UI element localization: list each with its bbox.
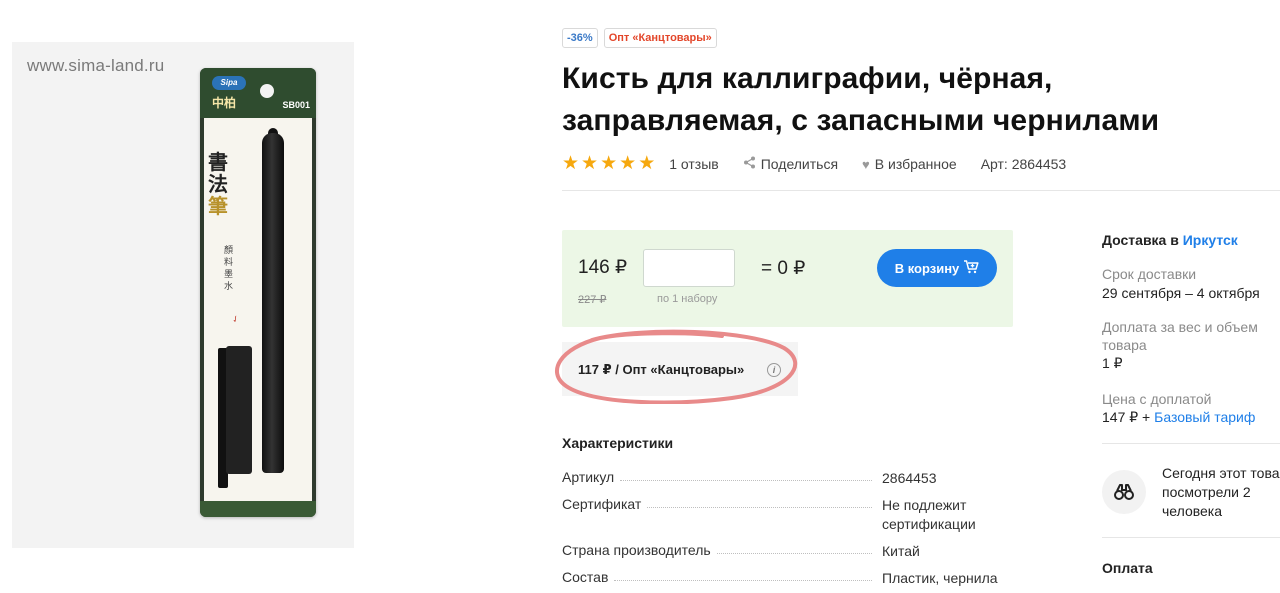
- characteristic-row: Состав Пластик, чернила: [562, 569, 1002, 588]
- characteristic-value: 2864453: [882, 470, 937, 486]
- package-subtitle-cn: 顏料墨水: [224, 245, 234, 291]
- characteristic-value: Не подлежит сертификации: [882, 497, 976, 532]
- reviews-link[interactable]: 1 отзыв: [669, 156, 719, 172]
- quantity-note: по 1 набору: [657, 293, 718, 305]
- star-icon: ★: [562, 153, 580, 174]
- share-button[interactable]: Поделиться: [743, 156, 838, 172]
- heart-icon: ♥: [862, 156, 870, 172]
- viewed-line: посмотрели 2: [1162, 484, 1251, 500]
- old-price: 227 ₽: [578, 294, 607, 306]
- wholesale-price: 117 ₽ / Опт «Канцтовары»: [578, 362, 745, 377]
- info-icon[interactable]: i: [767, 363, 781, 377]
- characteristics-title: Характеристики: [562, 435, 674, 451]
- product-package: Sipa 中柏 SB001 書 法 筆 顏料墨水 ✓: [200, 68, 316, 517]
- city-link[interactable]: Иркутск: [1183, 232, 1238, 248]
- characteristic-key: Артикул: [562, 469, 621, 485]
- sidebar-divider: [1102, 443, 1280, 444]
- surcharge-value: 1 ₽: [1102, 355, 1123, 371]
- payment-title: Оплата: [1102, 560, 1153, 576]
- delivery-term-value: 29 сентября – 4 октября: [1102, 285, 1260, 301]
- refill-pen: [226, 346, 252, 474]
- wholesale-badge[interactable]: Опт «Канцтовары»: [603, 28, 717, 48]
- characteristic-key: Состав: [562, 569, 615, 585]
- wholesale-price-block: 117 ₽ / Опт «Канцтовары» i: [562, 342, 798, 396]
- product-meta: ★ ★ ★ ★ ★ 1 отзыв Поделиться ♥ В избранн…: [562, 154, 1090, 174]
- favorite-label: В избранное: [874, 156, 957, 172]
- characteristic-row: Сертификат Не подлежит сертификации: [562, 496, 1002, 534]
- package-title-char: 筆: [208, 196, 228, 218]
- viewed-line: человека: [1162, 503, 1223, 519]
- header-divider: [562, 190, 1280, 191]
- product-tags: -36% Опт «Канцтовары»: [562, 28, 717, 48]
- star-icon: ★: [600, 153, 618, 174]
- package-brand-cn: 中柏: [212, 96, 237, 110]
- characteristic-value: Китай: [882, 543, 920, 559]
- star-icon: ★: [619, 153, 637, 174]
- discount-badge[interactable]: -36%: [562, 28, 598, 48]
- package-title-cn: 書 法 筆: [208, 152, 230, 218]
- star-icon: ★: [581, 153, 599, 174]
- package-brand-logo: Sipa: [212, 76, 246, 90]
- total-price: = 0 ₽: [761, 258, 806, 279]
- cart-icon: [963, 259, 979, 277]
- reviews-label: 1 отзыв: [669, 156, 719, 172]
- image-watermark: www.sima-land.ru: [27, 56, 165, 75]
- price-block: 146 ₽ 227 ₽ по 1 набору = 0 ₽ В корзину: [562, 230, 1013, 327]
- characteristic-key: Страна производитель: [562, 542, 717, 558]
- sidebar-divider: [1102, 537, 1280, 538]
- package-code: SB001: [282, 100, 310, 110]
- article-label: Арт: 2864453: [980, 156, 1067, 172]
- price-with-surcharge: 147 ₽ + Базовый тариф: [1102, 408, 1255, 426]
- package-title-char: 書: [208, 152, 228, 174]
- package-footer: [200, 501, 316, 517]
- share-icon: [743, 156, 756, 172]
- share-label: Поделиться: [760, 156, 839, 172]
- binoculars-icon: [1102, 470, 1146, 514]
- rating-stars[interactable]: ★ ★ ★ ★ ★: [562, 154, 655, 174]
- delivery-title: Доставка в Иркутск: [1102, 232, 1238, 248]
- price-with-surcharge-value: 147 ₽ +: [1102, 409, 1155, 425]
- viewed-today-text: Сегодня этот това посмотрели 2 человека: [1162, 464, 1280, 521]
- article-number: Арт: 2864453: [981, 156, 1067, 172]
- tariff-link[interactable]: Базовый тариф: [1154, 409, 1255, 425]
- delivery-term-label: Срок доставки: [1102, 266, 1197, 282]
- current-price: 146 ₽: [578, 257, 628, 278]
- characteristic-row: Страна производитель Китай: [562, 542, 1002, 561]
- package-hang-hole: [260, 84, 274, 98]
- package-title-char: 法: [208, 174, 228, 196]
- surcharge-label: Доплата за вес и объем товара: [1102, 319, 1258, 353]
- characteristic-key: Сертификат: [562, 496, 648, 512]
- favorite-button[interactable]: ♥ В избранное: [862, 156, 957, 172]
- add-to-cart-label: В корзину: [894, 260, 960, 276]
- product-title: Кисть для каллиграфии, чёрная, заправляе…: [562, 62, 1160, 137]
- viewed-line: Сегодня этот това: [1162, 465, 1280, 481]
- star-icon: ★: [638, 153, 656, 174]
- characteristic-value: Пластик, чернила: [882, 570, 998, 586]
- add-to-cart-button[interactable]: В корзину: [877, 249, 997, 287]
- quantity-input[interactable]: [643, 249, 735, 287]
- characteristic-row: Артикул 2864453: [562, 469, 1002, 488]
- delivery-title-prefix: Доставка в: [1102, 232, 1183, 248]
- brush-pen: [262, 133, 284, 473]
- price-with-surcharge-label: Цена с доплатой: [1102, 391, 1212, 407]
